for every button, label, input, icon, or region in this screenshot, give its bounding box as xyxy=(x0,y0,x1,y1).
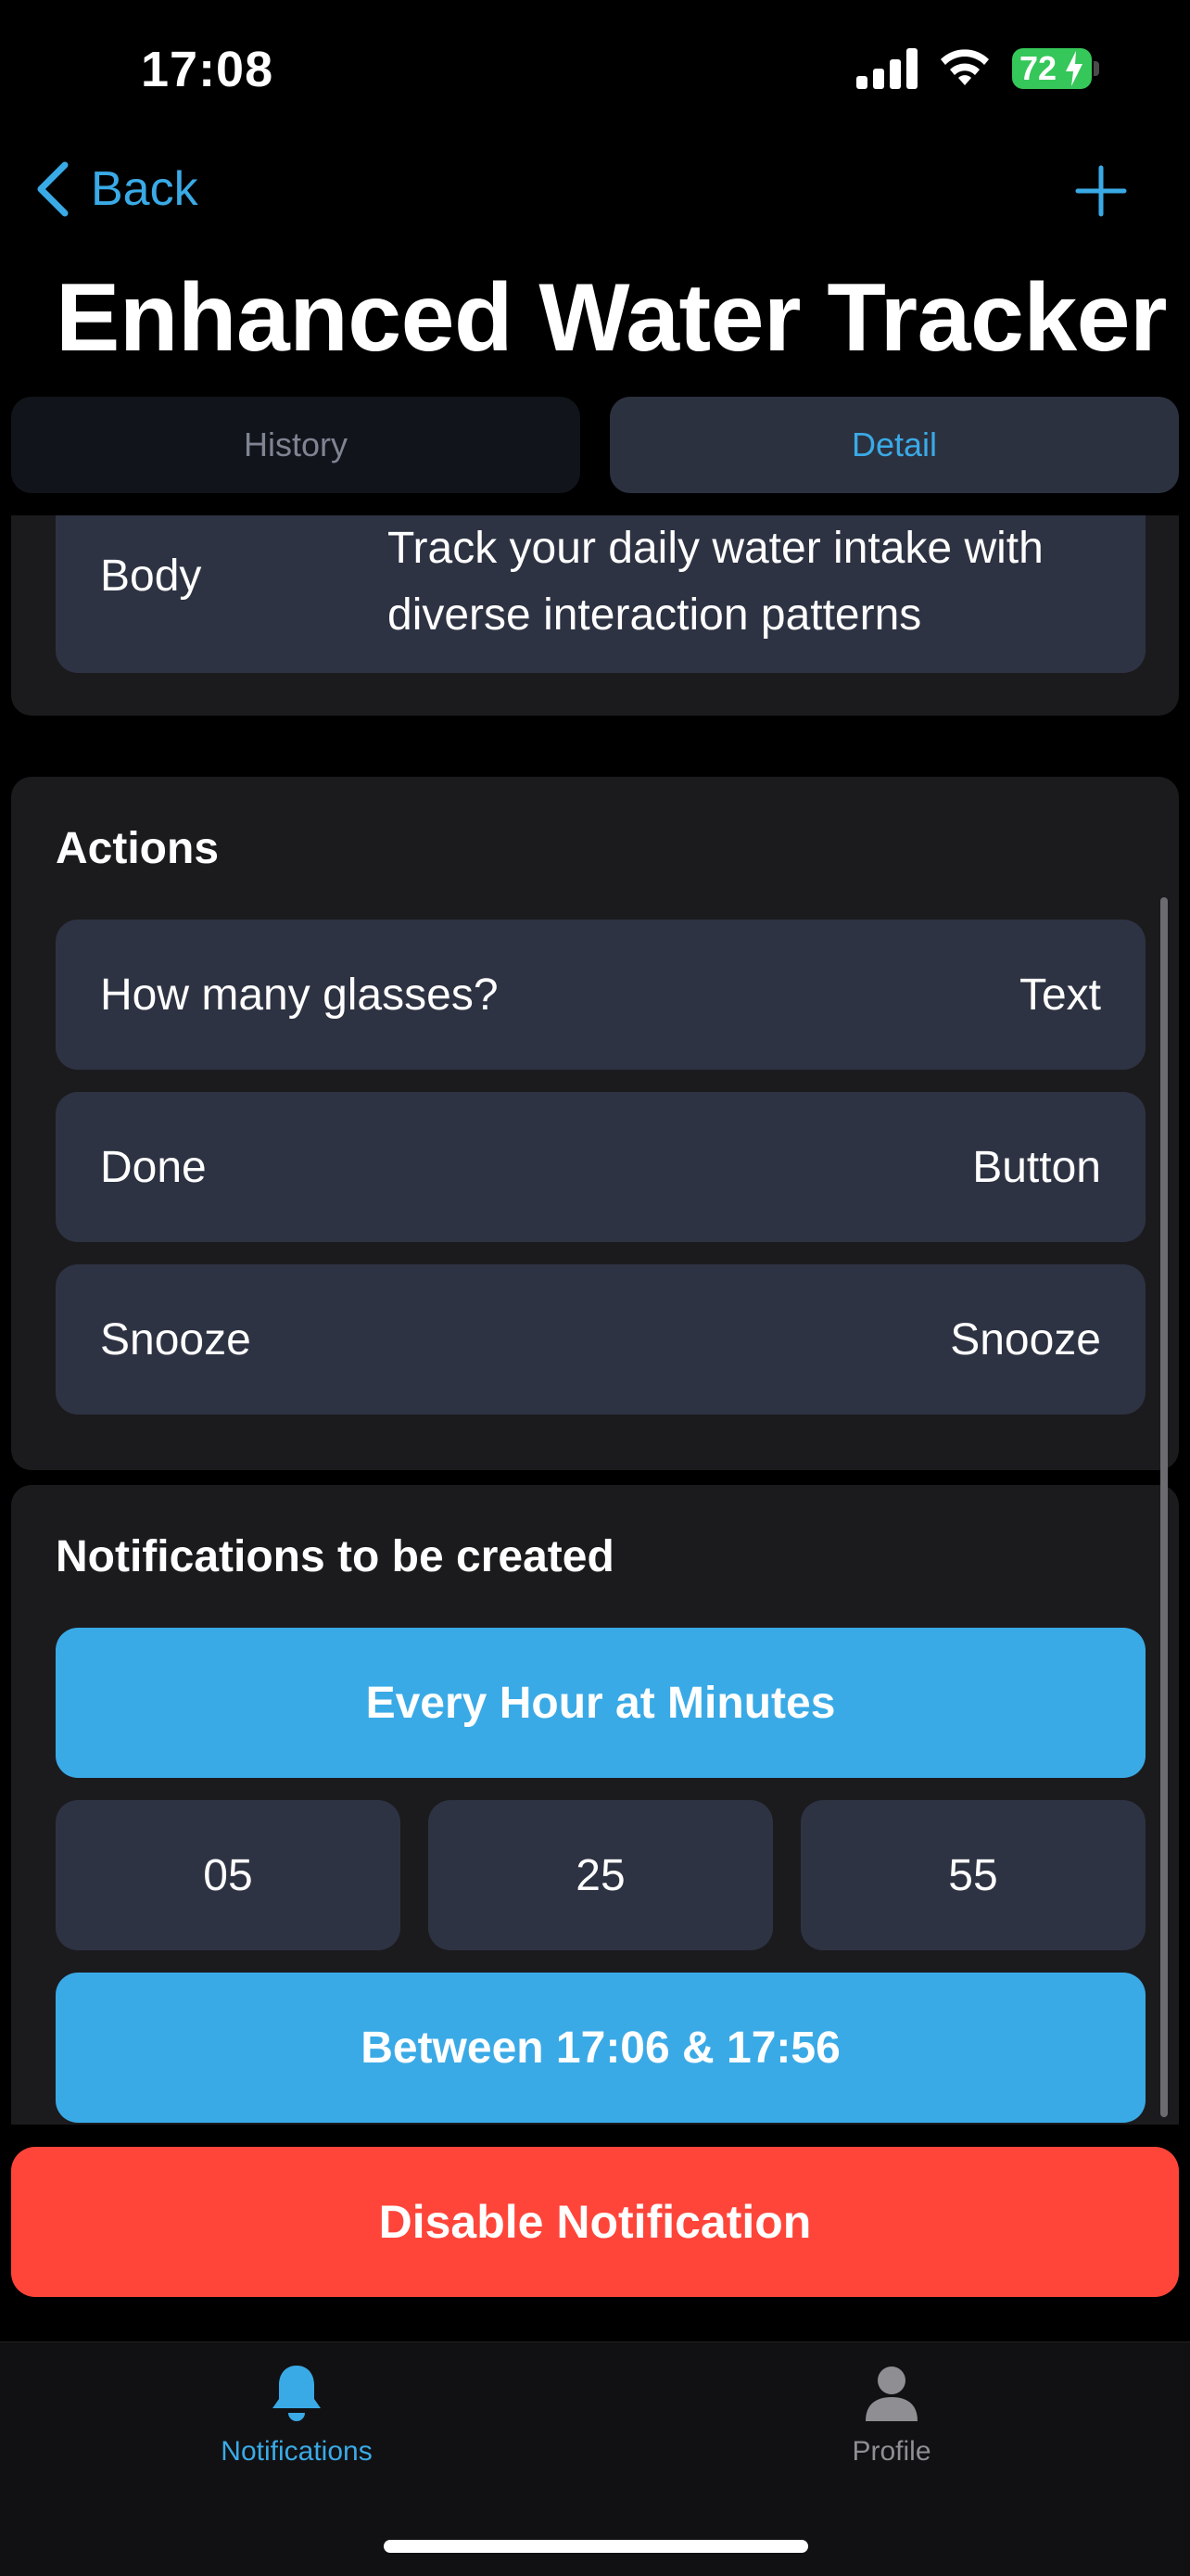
action-label: How many glasses? xyxy=(100,970,499,1020)
body-label: Body xyxy=(100,551,202,601)
body-card: Body Track your daily water intake with … xyxy=(11,515,1179,716)
battery-cap xyxy=(1094,61,1099,76)
schedule-button[interactable]: Every Hour at Minutes xyxy=(56,1628,1146,1778)
chevron-left-icon xyxy=(37,161,69,217)
actions-card: Actions How many glasses? Text Done Butt… xyxy=(11,777,1179,1470)
notifications-card: Notifications to be created Every Hour a… xyxy=(11,1485,1179,2125)
wifi-icon xyxy=(941,49,989,85)
minute-box[interactable]: 55 xyxy=(801,1800,1146,1950)
detail-scroll-view[interactable]: Body Track your daily water intake with … xyxy=(0,515,1190,2125)
person-icon xyxy=(866,2367,918,2421)
action-row[interactable]: Done Button xyxy=(56,1092,1146,1242)
action-type: Text xyxy=(1019,970,1101,1020)
tabbar-item-profile[interactable]: Profile xyxy=(743,2362,1040,2468)
action-label: Done xyxy=(100,1142,207,1192)
back-button[interactable]: Back xyxy=(33,159,198,219)
charging-bolt-icon xyxy=(1066,51,1082,86)
tabbar-item-notifications[interactable]: Notifications xyxy=(148,2362,445,2468)
body-row: Body Track your daily water intake with … xyxy=(56,515,1146,673)
disable-notification-button[interactable]: Disable Notification xyxy=(11,2147,1179,2297)
plus-icon[interactable] xyxy=(1075,165,1127,217)
body-text: Track your daily water intake with diver… xyxy=(387,524,1044,640)
time-window-button[interactable]: Between 17:06 & 17:56 xyxy=(56,1973,1146,2123)
action-row[interactable]: How many glasses? Text xyxy=(56,920,1146,1070)
tab-history[interactable]: History xyxy=(11,397,580,493)
cellular-signal-icon xyxy=(856,48,919,89)
home-indicator[interactable] xyxy=(384,2540,808,2553)
bell-icon xyxy=(272,2366,321,2421)
page-title: Enhanced Water Tracker xyxy=(56,264,1167,372)
action-row[interactable]: Snooze Snooze xyxy=(56,1264,1146,1415)
minute-box[interactable]: 05 xyxy=(56,1800,400,1950)
tabbar-label: Notifications xyxy=(221,2436,373,2467)
status-time: 17:08 xyxy=(141,42,274,97)
action-type: Button xyxy=(972,1142,1101,1192)
tabbar-label: Profile xyxy=(852,2436,931,2467)
battery-level: 72 xyxy=(1019,49,1057,87)
actions-title: Actions xyxy=(56,824,220,873)
action-type: Snooze xyxy=(950,1314,1101,1364)
tab-detail[interactable]: Detail xyxy=(610,397,1179,493)
notifications-title: Notifications to be created xyxy=(56,1532,614,1581)
minute-box[interactable]: 25 xyxy=(428,1800,773,1950)
back-label: Back xyxy=(91,162,198,216)
scrollbar[interactable] xyxy=(1160,897,1168,2117)
action-label: Snooze xyxy=(100,1314,251,1364)
